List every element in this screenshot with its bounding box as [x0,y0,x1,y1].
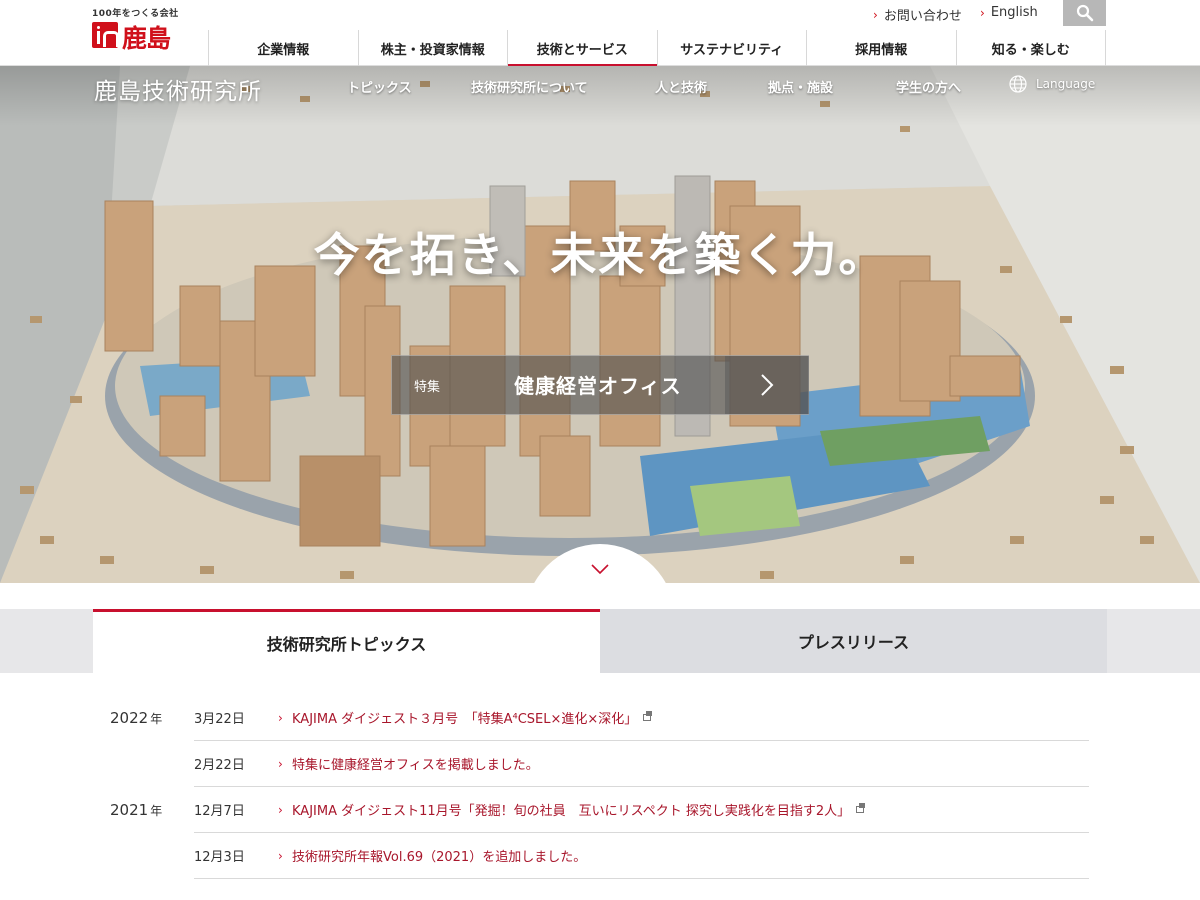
lab-site-title[interactable]: 鹿島技術研究所 [94,72,262,106]
feature-tag: 特集 [414,380,441,395]
external-link-icon [643,711,653,721]
news-date: 2月22日 [194,758,245,773]
english-link[interactable]: › English [980,5,1038,20]
news-title: KAJIMA ダイジェスト11月号「発掘！旬の社員 互いにリスペクト 探究し実践… [292,804,851,819]
news-title: 技術研究所年報Vol.69（2021）を追加しました。 [292,850,587,865]
chevron-right-icon: › [278,802,283,817]
tab-lab-topics[interactable]: 技術研究所トピックス [93,609,600,673]
contact-link-label: お問い合わせ [883,9,962,24]
gnav-sustainability[interactable]: サステナビリティ [656,30,807,66]
chevron-down-icon [591,564,609,575]
feature-banner[interactable]: 特集 健康経営オフィス [391,355,809,415]
year-value: 2021 [110,801,149,819]
global-nav: 企業情報 株主・投資家情報 技術とサービス サステナビリティ 採用情報 知る・楽… [208,30,1106,67]
feature-arrow-button[interactable] [725,356,809,414]
logo-name: 鹿島 [122,24,171,53]
gnav-company[interactable]: 企業情報 [208,30,358,66]
search-button[interactable] [1063,0,1106,26]
year-heading: 2021 年 [110,801,162,819]
chevron-right-icon: › [980,5,985,20]
chevron-right-icon: › [873,7,878,22]
hero-city-model-image [0,66,1200,583]
local-nav-people-tech[interactable]: 人と技術 [655,77,707,96]
gnav-learn-enjoy[interactable]: 知る・楽しむ [955,30,1106,66]
news-title: KAJIMA ダイジェスト３月号 「特集A⁴CSEL×進化×深化」 [292,712,638,727]
logo-tagline: 100年をつくる会社 [92,9,179,19]
year-value: 2022 [110,709,149,727]
kajima-mark-icon [92,22,119,48]
language-label: Language [1036,77,1096,91]
language-selector[interactable]: Language [1009,75,1095,93]
tab-press-releases[interactable]: プレスリリース [600,609,1107,673]
chevron-right-icon: › [278,756,283,771]
local-nav-facilities[interactable]: 拠点・施設 [768,77,833,96]
contact-link[interactable]: › お問い合わせ [873,5,962,25]
chevron-right-icon [761,374,774,396]
news-item[interactable]: 3月22日 › KAJIMA ダイジェスト３月号 「特集A⁴CSEL×進化×深化… [194,695,1089,741]
gnav-technology[interactable]: 技術とサービス [507,30,657,67]
news-item[interactable]: 12月3日 › 技術研究所年報Vol.69（2021）を追加しました。 [194,833,1089,879]
chevron-right-icon: › [278,710,283,725]
chevron-right-icon: › [278,848,283,863]
external-link-icon [856,803,866,813]
globe-icon [1009,75,1027,93]
year-unit: 年 [150,712,163,726]
hero-catchphrase: 今を拓き、未来を築く力。 [313,228,887,282]
news-item[interactable]: 2月22日 › 特集に健康経営オフィスを掲載しました。 [194,741,1089,787]
search-icon [1076,4,1093,22]
global-header: 100年をつくる会社 鹿島 › お問い合わせ › English 企業情報 株主… [0,0,1200,67]
gnav-investors[interactable]: 株主・投資家情報 [357,30,508,66]
year-heading: 2022 年 [110,709,162,727]
gnav-recruit[interactable]: 採用情報 [806,30,956,66]
local-nav-topics[interactable]: トピックス [347,77,412,96]
year-unit: 年 [150,804,163,818]
news-date: 12月7日 [194,804,245,819]
news-date: 3月22日 [194,712,245,727]
news-title: 特集に健康経営オフィスを掲載しました。 [292,758,539,773]
english-link-label: English [990,5,1038,20]
news-item[interactable]: 12月7日 › KAJIMA ダイジェスト11月号「発掘！旬の社員 互いにリスペ… [194,787,1089,833]
local-nav-about[interactable]: 技術研究所について [471,77,588,96]
kajima-logo[interactable]: 100年をつくる会社 鹿島 [92,6,192,53]
local-nav-students[interactable]: 学生の方へ [896,77,961,96]
feature-title: 健康経営オフィス [514,374,682,398]
hero-section: 鹿島技術研究所 トピックス 技術研究所について 人と技術 拠点・施設 学生の方へ… [0,66,1200,583]
news-date: 12月3日 [194,850,245,865]
